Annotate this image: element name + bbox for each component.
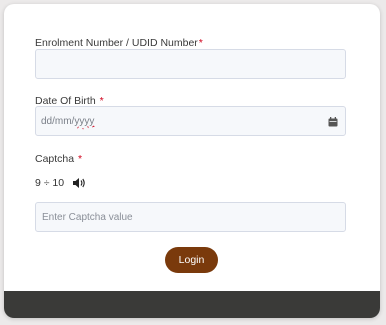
login-card: Enrolment Number / UDID Number* Date Of …: [4, 4, 380, 318]
captcha-input[interactable]: [35, 202, 346, 232]
login-button[interactable]: Login: [165, 247, 218, 273]
required-asterisk: *: [78, 153, 83, 165]
enrolment-label-text: Enrolment Number / UDID Number: [35, 37, 198, 49]
dob-placeholder-year: yyyy: [74, 116, 95, 127]
dob-placeholder: dd/mm/yyyy: [41, 116, 94, 127]
calendar-icon[interactable]: [328, 117, 338, 127]
footer-bar: [4, 291, 380, 318]
enrolment-label: Enrolment Number / UDID Number*: [35, 37, 203, 49]
required-asterisk: *: [198, 37, 203, 49]
captcha-label: Captcha *: [35, 153, 82, 165]
captcha-question: 9 ÷ 10: [35, 177, 65, 189]
captcha-question-row: 9 ÷ 10: [35, 177, 86, 189]
speaker-icon[interactable]: [72, 177, 86, 189]
enrolment-input[interactable]: [35, 49, 346, 79]
dob-placeholder-prefix: dd/mm/: [41, 116, 75, 127]
captcha-label-text: Captcha: [35, 153, 75, 165]
dob-input[interactable]: dd/mm/yyyy: [35, 106, 346, 136]
